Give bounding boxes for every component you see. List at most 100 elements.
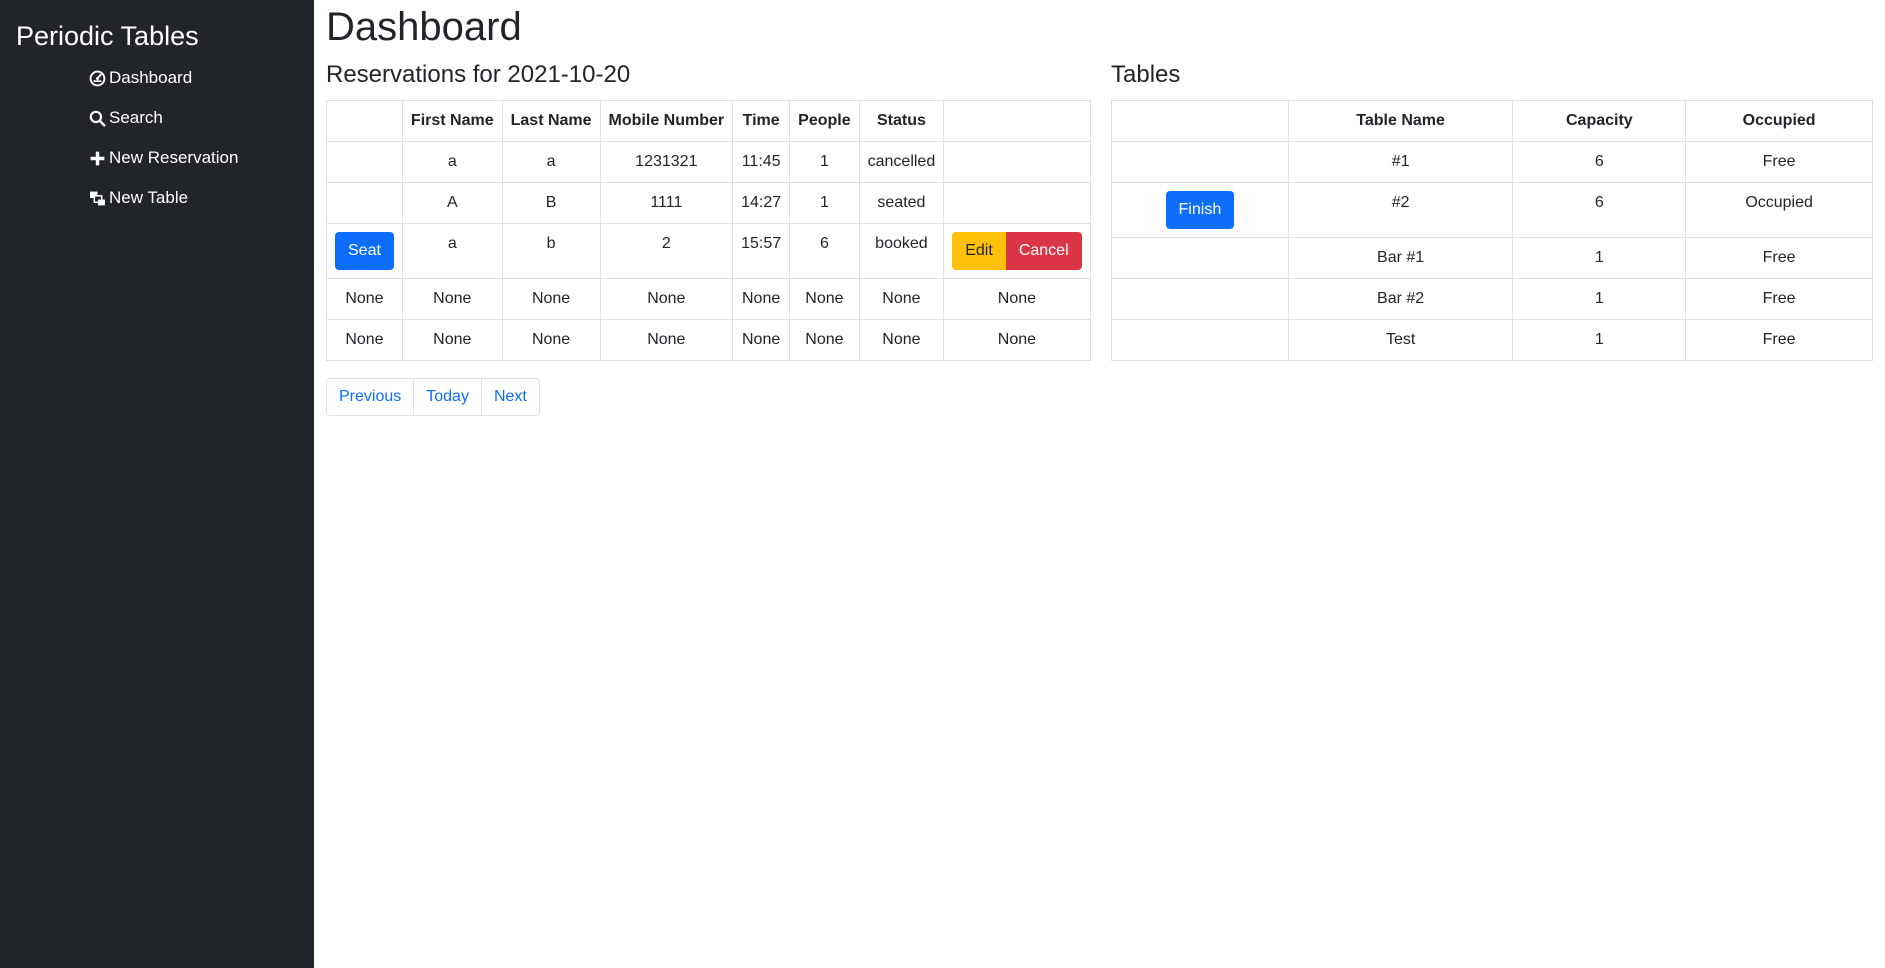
column-header: People xyxy=(789,100,860,142)
finish-button[interactable]: Finish xyxy=(1165,191,1235,229)
reservations-table: First Name Last Name Mobile Number Time … xyxy=(326,100,1091,361)
action-cell: Edit Cancel xyxy=(943,223,1091,279)
sidebar-item-label: New Reservation xyxy=(109,148,239,167)
column-header: Capacity xyxy=(1512,100,1687,142)
action-cell xyxy=(1111,319,1289,361)
action-cell: None xyxy=(943,319,1091,361)
time-cell: None xyxy=(732,278,791,320)
people-cell: 1 xyxy=(789,141,860,183)
last-name-cell: None xyxy=(501,319,601,361)
column-header: Table Name xyxy=(1287,100,1514,142)
table-row: Test 1 Free xyxy=(1111,319,1873,361)
sidebar-item-label: Search xyxy=(109,108,163,127)
status-cell: booked xyxy=(858,223,945,279)
last-name-cell: B xyxy=(501,182,601,224)
last-name-cell: a xyxy=(501,141,601,183)
search-icon xyxy=(88,109,106,127)
table-name-cell: Bar #2 xyxy=(1287,278,1514,320)
table-row: Seat a b 2 15:57 6 booked Edit Cancel xyxy=(326,223,1091,279)
first-name-cell: a xyxy=(401,141,503,183)
column-header xyxy=(326,100,403,142)
table-row: A B 1111 14:27 1 seated xyxy=(326,182,1091,224)
occupied-cell: Free xyxy=(1685,141,1873,183)
sidebar: Periodic Tables Dashboard Search New Res… xyxy=(0,0,314,968)
brand-title[interactable]: Periodic Tables xyxy=(0,0,314,52)
edit-button[interactable]: Edit xyxy=(952,232,1006,270)
occupied-cell: Free xyxy=(1685,237,1873,279)
column-header xyxy=(1111,100,1289,142)
sidebar-item-dashboard[interactable]: Dashboard xyxy=(0,58,314,98)
main-content: Dashboard Reservations for 2021-10-20 Fi… xyxy=(314,0,1885,968)
table-row: #1 6 Free xyxy=(1111,141,1873,183)
mobile-cell: None xyxy=(599,278,734,320)
action-cell: Seat xyxy=(326,223,403,279)
tables-table: Table Name Capacity Occupied #1 6 Free F… xyxy=(1111,100,1873,361)
action-cell: None xyxy=(943,278,1091,320)
date-pagination: Previous Today Next xyxy=(326,378,1111,416)
people-cell: None xyxy=(789,319,860,361)
sidebar-item-label: Dashboard xyxy=(109,68,193,87)
sidebar-item-new-reservation[interactable]: New Reservation xyxy=(0,138,314,178)
next-button[interactable]: Next xyxy=(480,378,540,416)
time-cell: 15:57 xyxy=(732,223,791,279)
table-name-cell: Test xyxy=(1287,319,1514,361)
occupied-cell: Free xyxy=(1685,319,1873,361)
first-name-cell: None xyxy=(401,278,503,320)
sidebar-item-search[interactable]: Search xyxy=(0,98,314,138)
time-cell: 14:27 xyxy=(732,182,791,224)
action-cell xyxy=(1111,237,1289,279)
status-cell: None xyxy=(858,319,945,361)
tables-heading: Tables xyxy=(1111,61,1181,88)
column-header: Last Name xyxy=(501,100,601,142)
action-cell xyxy=(326,141,403,183)
occupied-cell: Free xyxy=(1685,278,1873,320)
table-row: None None None None None None None None xyxy=(326,319,1091,361)
action-cell xyxy=(1111,278,1289,320)
column-header: Time xyxy=(732,100,791,142)
action-cell: None xyxy=(326,278,403,320)
table-header-row: Table Name Capacity Occupied xyxy=(1111,100,1873,142)
cancel-button[interactable]: Cancel xyxy=(1005,232,1082,270)
action-cell xyxy=(326,182,403,224)
dashboard-icon xyxy=(88,69,106,87)
content-columns: Reservations for 2021-10-20 First Name L… xyxy=(326,56,1885,416)
column-header: First Name xyxy=(401,100,503,142)
time-cell: 11:45 xyxy=(732,141,791,183)
plus-icon xyxy=(88,149,106,167)
first-name-cell: None xyxy=(401,319,503,361)
layers-icon xyxy=(88,189,106,207)
table-name-cell: Bar #1 xyxy=(1287,237,1514,279)
capacity-cell: 6 xyxy=(1512,182,1687,238)
status-cell: cancelled xyxy=(858,141,945,183)
action-cell xyxy=(1111,141,1289,183)
occupied-cell: Occupied xyxy=(1685,182,1873,238)
time-cell: None xyxy=(732,319,791,361)
last-name-cell: None xyxy=(501,278,601,320)
today-button[interactable]: Today xyxy=(413,378,482,416)
table-row: Finish #2 6 Occupied xyxy=(1111,182,1873,238)
previous-button[interactable]: Previous xyxy=(326,378,415,416)
table-row: Bar #2 1 Free xyxy=(1111,278,1873,320)
seat-button[interactable]: Seat xyxy=(335,232,394,270)
people-cell: None xyxy=(789,278,860,320)
first-name-cell: a xyxy=(401,223,503,279)
action-cell xyxy=(943,141,1091,183)
app-root: Periodic Tables Dashboard Search New Res… xyxy=(0,0,1885,968)
sidebar-item-new-table[interactable]: New Table xyxy=(0,178,314,218)
column-header xyxy=(943,100,1091,142)
first-name-cell: A xyxy=(401,182,503,224)
people-cell: 1 xyxy=(789,182,860,224)
column-header: Mobile Number xyxy=(599,100,734,142)
action-cell: Finish xyxy=(1111,182,1289,238)
table-name-cell: #2 xyxy=(1287,182,1514,238)
table-row: Bar #1 1 Free xyxy=(1111,237,1873,279)
mobile-cell: 1231321 xyxy=(599,141,734,183)
reservations-section: Reservations for 2021-10-20 First Name L… xyxy=(326,56,1111,416)
capacity-cell: 1 xyxy=(1512,278,1687,320)
table-row: None None None None None None None None xyxy=(326,278,1091,320)
status-cell: None xyxy=(858,278,945,320)
sidebar-item-label: New Table xyxy=(109,188,189,207)
table-name-cell: #1 xyxy=(1287,141,1514,183)
status-cell: seated xyxy=(858,182,945,224)
sidebar-nav: Dashboard Search New Reservation New Tab… xyxy=(0,58,314,218)
